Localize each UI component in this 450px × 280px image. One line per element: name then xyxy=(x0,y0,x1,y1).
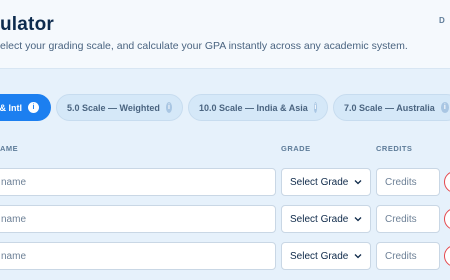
tab-label: 7.0 Scale — Australia xyxy=(344,102,435,113)
grade-select-value: Select Grade xyxy=(290,213,349,225)
info-icon[interactable]: i xyxy=(28,102,39,113)
grade-select[interactable]: Select Grade xyxy=(281,242,371,270)
grade-select-value: Select Grade xyxy=(290,250,349,262)
tab-label: & Intl xyxy=(0,102,22,113)
tab-7-scale-australia[interactable]: 7.0 Scale — Australia i xyxy=(333,94,450,121)
chevron-down-icon xyxy=(354,254,362,259)
info-icon[interactable]: i xyxy=(165,102,172,113)
course-row: name Select Grade Credits xyxy=(0,168,450,196)
info-icon[interactable]: i xyxy=(313,102,317,113)
course-row: name Select Grade Credits xyxy=(0,242,450,270)
tab-intl-scale[interactable]: & Intl i xyxy=(0,94,51,121)
grade-select[interactable]: Select Grade xyxy=(281,205,371,233)
tab-10-scale-india-asia[interactable]: 10.0 Scale — India & Asia i xyxy=(188,94,328,121)
tab-label: 10.0 Scale — India & Asia xyxy=(199,102,308,113)
course-name-input[interactable]: name xyxy=(0,168,276,196)
remove-course-button[interactable] xyxy=(444,171,450,193)
header-corner-link[interactable]: D xyxy=(439,16,445,25)
course-name-input[interactable]: name xyxy=(0,242,276,270)
grade-select-value: Select Grade xyxy=(290,176,349,188)
remove-course-button[interactable] xyxy=(444,245,450,267)
column-header-credits: CREDITS xyxy=(376,144,413,153)
chevron-down-icon xyxy=(354,180,362,185)
grade-select[interactable]: Select Grade xyxy=(281,168,371,196)
credits-input[interactable]: Credits xyxy=(376,168,440,196)
remove-course-button[interactable] xyxy=(444,208,450,230)
scale-tabs: & Intl i 5.0 Scale — Weighted i 10.0 Sca… xyxy=(0,94,450,122)
tab-label: 5.0 Scale — Weighted xyxy=(67,102,160,113)
page-header: ulator elect your grading scale, and cal… xyxy=(0,0,450,69)
page-subtitle: elect your grading scale, and calculate … xyxy=(0,40,408,52)
course-row: name Select Grade Credits xyxy=(0,205,450,233)
tab-5-scale-weighted[interactable]: 5.0 Scale — Weighted i xyxy=(56,94,183,121)
course-name-input[interactable]: name xyxy=(0,205,276,233)
column-header-grade: GRADE xyxy=(281,144,311,153)
info-icon[interactable]: i xyxy=(440,102,449,113)
credits-input[interactable]: Credits xyxy=(376,242,440,270)
chevron-down-icon xyxy=(354,217,362,222)
credits-input[interactable]: Credits xyxy=(376,205,440,233)
column-header-name: AME xyxy=(0,144,19,153)
page-title: ulator xyxy=(0,14,54,35)
